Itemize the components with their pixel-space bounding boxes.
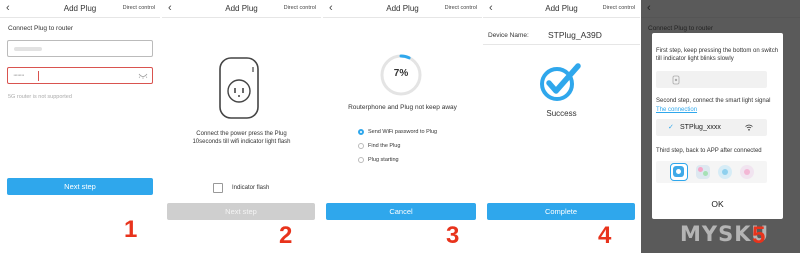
option-plug-starting: Plug starting bbox=[368, 157, 399, 163]
direct-control-link[interactable]: Direct control bbox=[284, 5, 316, 11]
step-number: 5 bbox=[752, 222, 766, 249]
wifi-ssid-field[interactable] bbox=[7, 40, 153, 57]
option-send-password: Send WiFi password to Plug bbox=[368, 129, 438, 135]
top-bar: ‹ Add Plug Direct control bbox=[162, 0, 321, 18]
text-cursor bbox=[38, 71, 39, 81]
app-icons-box bbox=[656, 161, 767, 183]
top-bar: ‹ Add Plug Direct control bbox=[0, 0, 160, 18]
ok-button[interactable]: OK bbox=[652, 199, 783, 209]
smart-plug-illustration-icon bbox=[219, 57, 259, 119]
first-step-line: First step, keep pressing the bottom on … bbox=[656, 48, 779, 54]
wifi-icon bbox=[745, 124, 753, 131]
plug-app-icon bbox=[673, 166, 684, 177]
screen-reset-plug: ‹ Add Plug Direct control Connect the po… bbox=[162, 0, 321, 253]
first-step-text: First step, keep pressing the bottom on … bbox=[656, 47, 778, 63]
blurred-ssid bbox=[14, 47, 42, 51]
wifi-password-field[interactable]: ········ bbox=[7, 67, 153, 84]
direct-control-link[interactable]: Direct control bbox=[603, 5, 635, 11]
direct-control-link[interactable]: Direct control bbox=[123, 5, 155, 11]
section-heading: Connect Plug to router bbox=[648, 25, 714, 32]
top-bar: ‹ Add Plug Direct control bbox=[323, 0, 482, 18]
top-bar: ‹ Add Plug Direct control bbox=[483, 0, 640, 18]
screen-connect-router: ‹ Add Plug Direct control Connect Plug t… bbox=[0, 0, 160, 253]
screen-connecting: ‹ Add Plug Direct control 7% Routerphone… bbox=[323, 0, 482, 253]
switch-icon bbox=[672, 75, 680, 85]
second-step-text: Second step, connect the smart light sig… bbox=[656, 98, 771, 104]
checkbox-label: Indicator flash bbox=[232, 185, 270, 191]
divider bbox=[483, 44, 640, 45]
step-number: 4 bbox=[598, 222, 612, 249]
option-radio bbox=[358, 143, 364, 149]
eye-hidden-icon[interactable] bbox=[138, 73, 148, 79]
third-step-text: Third step, back to APP after connected bbox=[656, 148, 762, 154]
network-row: ✓ STPlug_xxxx bbox=[656, 119, 767, 136]
direct-control-link[interactable]: Direct control bbox=[445, 5, 477, 11]
top-bar: ‹ bbox=[641, 0, 800, 18]
device-name-value: STPlug_A39D bbox=[548, 30, 602, 40]
complete-button[interactable]: Complete bbox=[487, 203, 635, 220]
tutorial-strip: ‹ Add Plug Direct control Connect Plug t… bbox=[0, 0, 800, 253]
keep-close-message: Routerphone and Plug not keep away bbox=[348, 104, 457, 111]
instruction-line: 10seconds till wifi indicator light flas… bbox=[192, 139, 291, 145]
next-step-button[interactable]: Next step bbox=[7, 178, 153, 195]
instruction-text: Connect the power press the Plug 10secon… bbox=[162, 130, 321, 146]
plug-app-glyph bbox=[676, 169, 681, 174]
step-number: 2 bbox=[279, 222, 293, 249]
app-icon-blurred bbox=[718, 165, 732, 179]
app-icon-selected bbox=[670, 163, 688, 181]
device-name-label: Device Name: bbox=[488, 32, 529, 39]
success-check-icon bbox=[540, 63, 581, 101]
option-radio-active bbox=[358, 129, 364, 135]
option-find-plug: Find the Plug bbox=[368, 143, 401, 149]
first-step-line: till indicator light blinks slowly bbox=[656, 56, 734, 62]
connection-link[interactable]: The connection bbox=[656, 106, 697, 114]
back-chevron-icon[interactable]: ‹ bbox=[647, 2, 651, 14]
cancel-button[interactable]: Cancel bbox=[326, 203, 476, 220]
next-step-button-disabled[interactable]: Next step bbox=[167, 203, 315, 220]
password-value: ········ bbox=[13, 72, 25, 79]
step-number: 3 bbox=[446, 222, 460, 249]
app-icon-blurred bbox=[740, 165, 754, 179]
success-text: Success bbox=[546, 109, 577, 118]
router-note: 5G router is not supported bbox=[8, 94, 72, 100]
step-number: 1 bbox=[124, 216, 138, 243]
network-name: STPlug_xxxx bbox=[680, 124, 721, 131]
screen-success: ‹ Add Plug Direct control Device Name: S… bbox=[483, 0, 640, 253]
check-mark-icon: ✓ bbox=[668, 124, 674, 131]
instruction-line: Connect the power press the Plug bbox=[196, 131, 287, 137]
section-heading: Connect Plug to router bbox=[8, 25, 74, 32]
app-icon-blurred bbox=[696, 165, 710, 179]
help-dialog: First step, keep pressing the bottom on … bbox=[652, 33, 783, 219]
switch-image-box bbox=[656, 71, 767, 88]
indicator-flash-checkbox[interactable] bbox=[213, 183, 223, 193]
progress-text: 7% bbox=[393, 68, 409, 79]
option-radio bbox=[358, 157, 364, 163]
